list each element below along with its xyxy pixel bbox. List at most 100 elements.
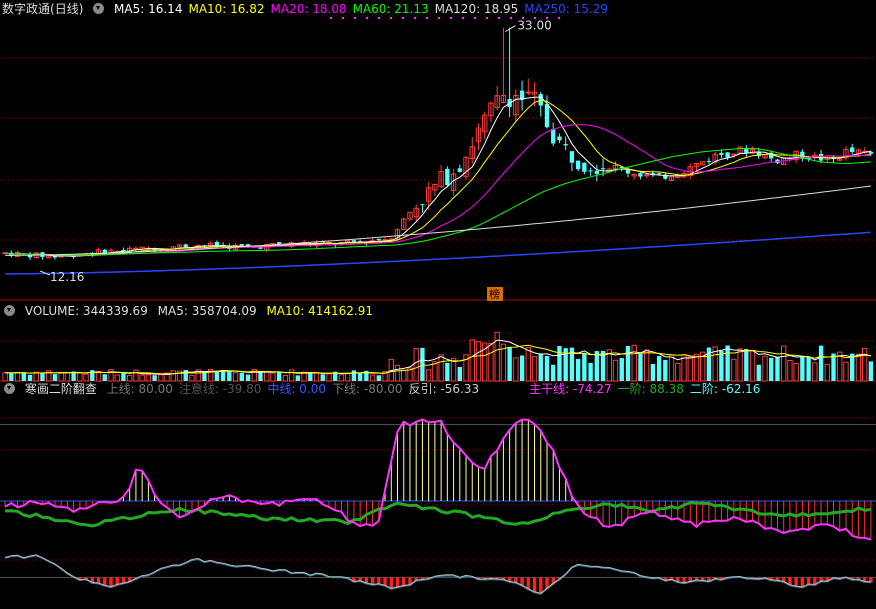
volume-bar [21,372,26,381]
volume-bar [232,372,239,382]
candle [239,244,244,246]
candle [588,170,593,172]
stock-name[interactable]: 数字政通 [2,2,50,16]
dropdown-icon[interactable] [4,305,15,316]
volume-bar [14,371,21,382]
ma-label-1: MA10: 16.82 [188,2,265,16]
volume-header: VOLUME: 344339.69 MA5: 358704.09 MA10: 4… [4,303,379,319]
volume-bar [769,357,774,381]
volume-bar [557,346,562,381]
volume-bar [108,369,114,382]
candle [569,151,575,163]
volume-bar [288,369,295,382]
candle [544,104,550,128]
volume-bar [494,331,500,382]
candle [376,239,382,241]
volume-bar [643,349,650,382]
volume-bar [693,353,700,382]
volume-bar [824,363,830,382]
candle [582,162,587,172]
candle [656,173,662,175]
indicator-name[interactable]: 寒画二阶翻查 [25,382,97,396]
volume-bar [457,366,462,381]
volume-bar [95,371,102,382]
candle [725,152,730,158]
indicator-header: 寒画二阶翻查 上线: 80.00 注意线: -39.80 中线: 0.00 下线: -… [4,381,772,397]
volume-bar [551,364,556,381]
volume-bar [438,354,444,382]
volume-bar [9,373,14,381]
signal-dot [450,17,452,19]
dropdown-icon[interactable] [93,3,105,14]
volume-bar [749,349,756,382]
candle [575,160,581,170]
volume-bar [756,364,761,381]
ma20-line [4,124,871,256]
volume-bar [855,353,862,382]
dropdown-icon[interactable] [4,383,15,394]
candle [731,153,737,156]
signal-dot [402,17,404,19]
volume-bar [525,347,531,382]
volume-bar [270,372,276,382]
volume-bar [631,344,637,382]
candle [551,129,556,144]
volume-bar [612,359,619,382]
volume-bar [781,345,787,382]
volume-bar [351,370,357,381]
volume-bar [58,372,64,382]
volume-bar [133,369,139,382]
volume-bar [588,362,593,381]
signal-dot [558,17,560,19]
indicator-label-1: 注意线: -39.80 [178,382,262,396]
second-order-line [4,555,871,595]
volume-bar [861,347,868,382]
volume-bar [425,369,432,382]
volume-bar [40,372,45,381]
signal-dot [534,17,536,19]
volume-bar [507,346,512,381]
low-label: 12.16 [50,270,84,284]
rank-badge-label: 榜 [489,287,500,301]
period-label: (日线) [50,2,84,16]
volume-bar [227,371,232,381]
volume-bar [64,372,71,382]
signal-dot [438,17,440,19]
volume-bar [531,356,538,382]
candle [850,147,855,153]
signal-dot [546,17,548,19]
indicator-label-2: 中线: 0.00 [267,382,327,396]
volume-bar [582,353,587,381]
signal-dot [378,17,380,19]
volume-bar [762,355,768,382]
candle [563,144,568,146]
candle [706,160,712,162]
ma-label-4: MA120: 18.95 [434,2,519,16]
price-header: 数字政通(日线) MA5: 16.14 MA10: 16.82 MA20: 18.0… [2,1,620,17]
volume-bar [264,371,270,382]
ma-legend: MA5: 16.14 MA10: 16.82 MA20: 18.08 MA60: 21… [114,2,614,16]
volume-bar [731,358,737,382]
signal-dot [510,17,512,19]
signal-dot [474,17,476,19]
indicator-label-7: 二阶: -62.16 [689,382,761,396]
candle [420,204,425,206]
signal-dot [366,17,368,19]
candle [525,91,531,94]
signal-dot [354,17,356,19]
indicator-label-6: 一阶: 88.38 [617,382,684,396]
volume-bar [656,356,662,381]
volume-bar [326,373,332,382]
candle [52,256,58,258]
volume-bar [625,345,631,381]
volume-bar [818,345,824,381]
candle [557,136,562,141]
high-pointer [505,25,516,32]
signal-dot [426,17,428,19]
signal-dot [414,17,416,19]
volume-title: VOLUME: 344339.69 [24,304,148,318]
ma-label-5: MA250: 15.29 [524,2,608,16]
volume-bar [843,361,849,382]
volume-bar [787,360,793,382]
volume-bar [744,348,749,381]
